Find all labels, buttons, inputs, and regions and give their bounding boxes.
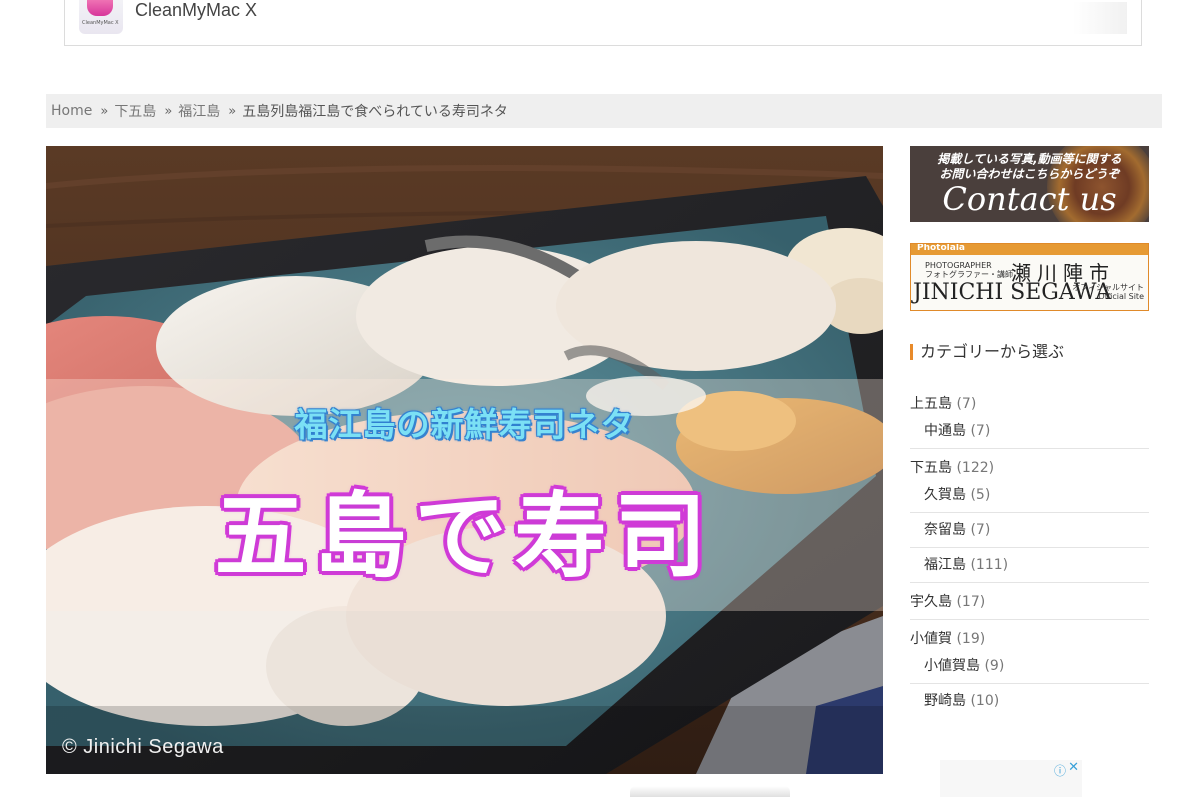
category-name: 下五島 — [910, 460, 952, 476]
category-count: (5) — [970, 487, 991, 503]
category-name: 小値賀 — [910, 631, 952, 647]
category-count: (9) — [984, 658, 1005, 674]
category-hisakajima[interactable]: 久賀島 (5) — [910, 478, 1149, 513]
contact-us-banner[interactable]: 掲載している写真,動画等に関する お問い合わせはこちらからどうぞ Contact… — [910, 146, 1149, 222]
category-group: 小値賀 (19) 小値賀島 (9) 野崎島 (10) — [910, 629, 1149, 718]
floating-element-edge — [630, 786, 790, 797]
breadcrumb-shimogoto-link[interactable]: 下五島 — [114, 101, 156, 121]
category-ojikajima[interactable]: 小値賀島 (9) — [910, 649, 1149, 684]
ad-close-icon[interactable]: ✕ — [1068, 760, 1079, 775]
category-name: 奈留島 — [924, 522, 966, 538]
category-count: (17) — [956, 594, 986, 610]
site-line-jp: オフィシャルサイト — [1072, 283, 1144, 292]
role-line-jp: フォトグラファー・講師 — [925, 270, 1013, 279]
category-nakadorijima[interactable]: 中通島 (7) — [910, 414, 1149, 448]
category-group: 下五島 (122) 久賀島 (5) 奈留島 (7) 福江島 (111) — [910, 458, 1149, 583]
category-count: (7) — [956, 396, 977, 412]
app-icon-graphic — [87, 0, 113, 16]
category-narushima[interactable]: 奈留島 (7) — [910, 513, 1149, 548]
category-count: (7) — [970, 522, 991, 538]
featured-image: 福江島の新鮮寿司ネタ 五島で寿司 © Jinichi Segawa — [46, 146, 883, 774]
category-ojika[interactable]: 小値賀 (19) — [910, 629, 1149, 649]
category-count: (7) — [970, 423, 991, 439]
breadcrumb-separator-icon: » — [164, 103, 173, 119]
category-count: (122) — [956, 460, 995, 476]
category-group: 上五島 (7) 中通島 (7) — [910, 394, 1149, 449]
ad-choices-chip: ⓘ ✕ — [940, 760, 1082, 797]
category-ukujima[interactable]: 宇久島 (17) — [910, 592, 1149, 612]
photo-credit: © Jinichi Segawa — [62, 736, 224, 758]
breadcrumb: Home » 下五島 » 福江島 » 五島列島福江島で食べられている寿司ネタ — [46, 94, 1162, 128]
breadcrumb-home-link[interactable]: Home — [51, 103, 92, 119]
category-name: 野崎島 — [924, 693, 966, 709]
category-name: 中通島 — [924, 423, 966, 439]
breadcrumb-current-page: 五島列島福江島で食べられている寿司ネタ — [242, 104, 508, 120]
photographer-site-banner[interactable]: Photolala PHOTOGRAPHER フォトグラファー・講師 瀬川陣市 … — [910, 243, 1149, 311]
category-kamigoto[interactable]: 上五島 (7) — [910, 394, 1149, 414]
hero-subtitle: 福江島の新鮮寿司ネタ — [294, 405, 635, 444]
category-name: 宇久島 — [910, 594, 952, 610]
breadcrumb-fukuejima-link[interactable]: 福江島 — [178, 101, 220, 121]
category-name: 小値賀島 — [924, 658, 980, 674]
category-count: (19) — [956, 631, 986, 647]
sidebar: 掲載している写真,動画等に関する お問い合わせはこちらからどうぞ Contact… — [910, 146, 1149, 718]
top-ad-banner[interactable]: CleanMyMac X CleanMyMac X — [64, 0, 1142, 46]
contact-banner-title: Contact us — [942, 180, 1117, 218]
ad-app-name[interactable]: CleanMyMac X — [135, 0, 257, 21]
category-heading: カテゴリーから選ぶ — [910, 344, 1149, 360]
ad-info-icon[interactable]: ⓘ — [1054, 762, 1066, 779]
cleanmymac-app-icon: CleanMyMac X — [79, 0, 123, 34]
banner-brand: Photolala — [917, 243, 965, 253]
role-line-en: PHOTOGRAPHER — [925, 261, 992, 270]
category-count: (10) — [970, 693, 1000, 709]
category-name: 福江島 — [924, 557, 966, 573]
category-group: 宇久島 (17) — [910, 592, 1149, 620]
category-fukuejima[interactable]: 福江島 (111) — [910, 548, 1149, 582]
banner-site-label: オフィシャルサイト Official Site — [1072, 283, 1144, 301]
category-name: 久賀島 — [924, 487, 966, 503]
app-icon-caption: CleanMyMac X — [82, 20, 119, 26]
breadcrumb-separator-icon: » — [100, 103, 109, 119]
breadcrumb-separator-icon: » — [228, 103, 237, 119]
ad-faded-cta — [1073, 2, 1127, 34]
category-shimogoto[interactable]: 下五島 (122) — [910, 458, 1149, 478]
category-name: 上五島 — [910, 396, 952, 412]
banner-role: PHOTOGRAPHER フォトグラファー・講師 — [925, 261, 1013, 279]
hero-title: 五島で寿司 — [214, 483, 715, 590]
site-line-en: Official Site — [1098, 292, 1144, 301]
category-nozakijima[interactable]: 野崎島 (10) — [910, 684, 1149, 718]
category-count: (111) — [970, 557, 1009, 573]
category-list: 上五島 (7) 中通島 (7) 下五島 (122) 久賀島 (5) 奈留島 (7… — [910, 394, 1149, 718]
